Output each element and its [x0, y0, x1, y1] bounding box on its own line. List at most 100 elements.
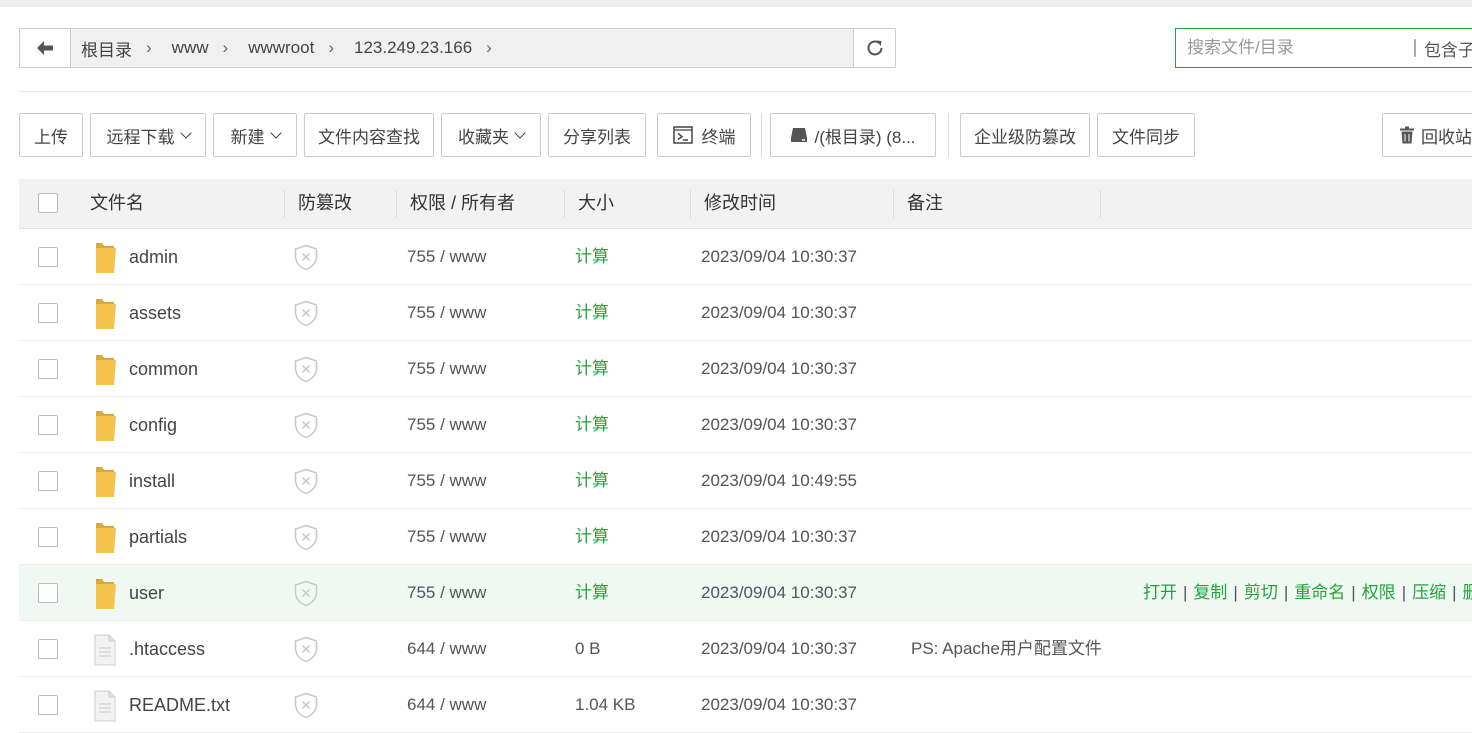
row-checkbox[interactable] — [38, 583, 58, 603]
calculate-size-link[interactable]: 计算 — [575, 341, 609, 397]
select-all-checkbox[interactable] — [38, 193, 58, 213]
include-subdir-label[interactable]: 包含子目录 — [1424, 36, 1472, 61]
breadcrumb-label[interactable]: 根目录 — [81, 36, 132, 61]
file-permission[interactable]: 755 / www — [407, 229, 486, 285]
row-checkbox[interactable] — [38, 303, 58, 323]
calculate-size-link[interactable]: 计算 — [575, 397, 609, 453]
file-mtime: 2023/09/04 10:49:55 — [701, 471, 857, 490]
shield-icon[interactable] — [293, 524, 319, 551]
path-bar: 根目录 › www › wwwroot › 123.249.23.166 › — [19, 28, 896, 68]
action-separator: | — [1452, 583, 1457, 602]
shield-icon[interactable] — [293, 412, 319, 439]
file-permission[interactable]: 644 / www — [407, 621, 486, 677]
table-row[interactable]: admin 755 / www 计算 2023/09/04 10:30:37 — [19, 229, 1472, 285]
file-permission[interactable]: 755 / www — [407, 341, 486, 397]
back-button[interactable] — [20, 29, 71, 67]
row-checkbox[interactable] — [38, 247, 58, 267]
favorites-label: 收藏夹 — [458, 127, 509, 147]
disk-button[interactable]: /(根目录) (8... — [770, 113, 936, 157]
file-name[interactable]: admin — [129, 229, 178, 285]
breadcrumb-item[interactable]: wwwroot › — [248, 38, 354, 58]
column-header-tamper: 防篡改 — [298, 193, 352, 213]
cut-action[interactable]: 剪切 — [1244, 583, 1278, 602]
row-checkbox[interactable] — [38, 359, 58, 379]
breadcrumb-item[interactable]: 123.249.23.166 › — [354, 38, 512, 58]
include-subdir-checkbox[interactable] — [1414, 39, 1416, 57]
breadcrumb-label[interactable]: 123.249.23.166 — [354, 38, 472, 58]
column-header-mtime[interactable]: 修改时间 — [704, 179, 776, 229]
breadcrumb-label[interactable]: wwwroot — [248, 38, 314, 58]
new-button[interactable]: 新建 — [213, 113, 297, 157]
file-permission[interactable]: 755 / www — [407, 453, 486, 509]
file-name[interactable]: partials — [129, 509, 187, 565]
file-mtime: 2023/09/04 10:30:37 — [701, 695, 857, 714]
row-checkbox[interactable] — [38, 527, 58, 547]
row-checkbox[interactable] — [38, 639, 58, 659]
shield-icon[interactable] — [293, 692, 319, 719]
recycle-bin-button[interactable]: 回收站 — [1382, 113, 1472, 157]
copy-action[interactable]: 复制 — [1193, 583, 1227, 602]
file-name[interactable]: common — [129, 341, 198, 397]
table-row[interactable]: partials 755 / www 计算 2023/09/04 10:30:3… — [19, 509, 1472, 565]
file-note[interactable]: PS: Apache用户配置文件 — [911, 621, 1102, 677]
column-header-name[interactable]: 文件名 — [90, 179, 144, 229]
table-row[interactable]: README.txt 644 / www 1.04 KB 2023/09/04 … — [19, 677, 1472, 733]
file-permission[interactable]: 755 / www — [407, 397, 486, 453]
permission-action[interactable]: 权限 — [1362, 583, 1396, 602]
row-checkbox[interactable] — [38, 695, 58, 715]
table-row[interactable]: user 755 / www 计算 2023/09/04 10:30:37 打开… — [19, 565, 1472, 621]
file-name[interactable]: user — [129, 565, 164, 621]
column-header-perm: 权限 / 所有者 — [410, 193, 516, 213]
folder-icon — [96, 411, 116, 441]
file-name[interactable]: install — [129, 453, 175, 509]
shield-icon[interactable] — [293, 580, 319, 607]
file-name[interactable]: config — [129, 397, 177, 453]
share-list-label: 分享列表 — [563, 127, 631, 147]
row-checkbox[interactable] — [38, 415, 58, 435]
upload-button[interactable]: 上传 — [19, 113, 83, 157]
remote-download-button[interactable]: 远程下载 — [90, 113, 206, 157]
refresh-button[interactable] — [853, 29, 895, 67]
calculate-size-link[interactable]: 计算 — [575, 285, 609, 341]
column-header-size[interactable]: 大小 — [578, 179, 614, 229]
file-name[interactable]: README.txt — [129, 677, 230, 733]
breadcrumb-label[interactable]: www — [172, 38, 209, 58]
file-permission[interactable]: 755 / www — [407, 285, 486, 341]
file-permission[interactable]: 644 / www — [407, 677, 486, 733]
favorites-button[interactable]: 收藏夹 — [441, 113, 541, 157]
breadcrumb-item[interactable]: 根目录 › — [81, 36, 172, 61]
breadcrumb-item[interactable]: www › — [172, 38, 249, 58]
calculate-size-link[interactable]: 计算 — [575, 453, 609, 509]
delete-action[interactable]: 删除 — [1463, 583, 1472, 602]
file-permission[interactable]: 755 / www — [407, 509, 486, 565]
calculate-size-link[interactable]: 计算 — [575, 229, 609, 285]
tamper-proof-label: 企业级防篡改 — [974, 127, 1076, 147]
table-row[interactable]: .htaccess 644 / www 0 B 2023/09/04 10:30… — [19, 621, 1472, 677]
table-row[interactable]: assets 755 / www 计算 2023/09/04 10:30:37 — [19, 285, 1472, 341]
row-checkbox[interactable] — [38, 471, 58, 491]
table-row[interactable]: config 755 / www 计算 2023/09/04 10:30:37 — [19, 397, 1472, 453]
file-name[interactable]: .htaccess — [129, 621, 205, 677]
share-list-button[interactable]: 分享列表 — [548, 113, 646, 157]
compress-action[interactable]: 压缩 — [1412, 583, 1446, 602]
content-search-button[interactable]: 文件内容查找 — [304, 113, 434, 157]
table-row[interactable]: common 755 / www 计算 2023/09/04 10:30:37 — [19, 341, 1472, 397]
rename-action[interactable]: 重命名 — [1294, 583, 1345, 602]
shield-icon[interactable] — [293, 244, 319, 271]
chevron-down-icon — [514, 126, 526, 139]
shield-icon[interactable] — [293, 300, 319, 327]
table-row[interactable]: install 755 / www 计算 2023/09/04 10:49:55 — [19, 453, 1472, 509]
shield-icon[interactable] — [293, 468, 319, 495]
shield-icon[interactable] — [293, 356, 319, 383]
tamper-proof-button[interactable]: 企业级防篡改 — [960, 113, 1090, 157]
calculate-size-link[interactable]: 计算 — [575, 565, 609, 621]
terminal-button[interactable]: 终端 — [657, 113, 751, 157]
open-action[interactable]: 打开 — [1143, 583, 1177, 602]
file-name[interactable]: assets — [129, 285, 181, 341]
calculate-size-link[interactable]: 计算 — [575, 509, 609, 565]
file-sync-button[interactable]: 文件同步 — [1097, 113, 1195, 157]
file-permission[interactable]: 755 / www — [407, 565, 486, 621]
search-input[interactable] — [1176, 37, 1410, 59]
shield-icon[interactable] — [293, 636, 319, 663]
terminal-icon — [672, 126, 693, 144]
